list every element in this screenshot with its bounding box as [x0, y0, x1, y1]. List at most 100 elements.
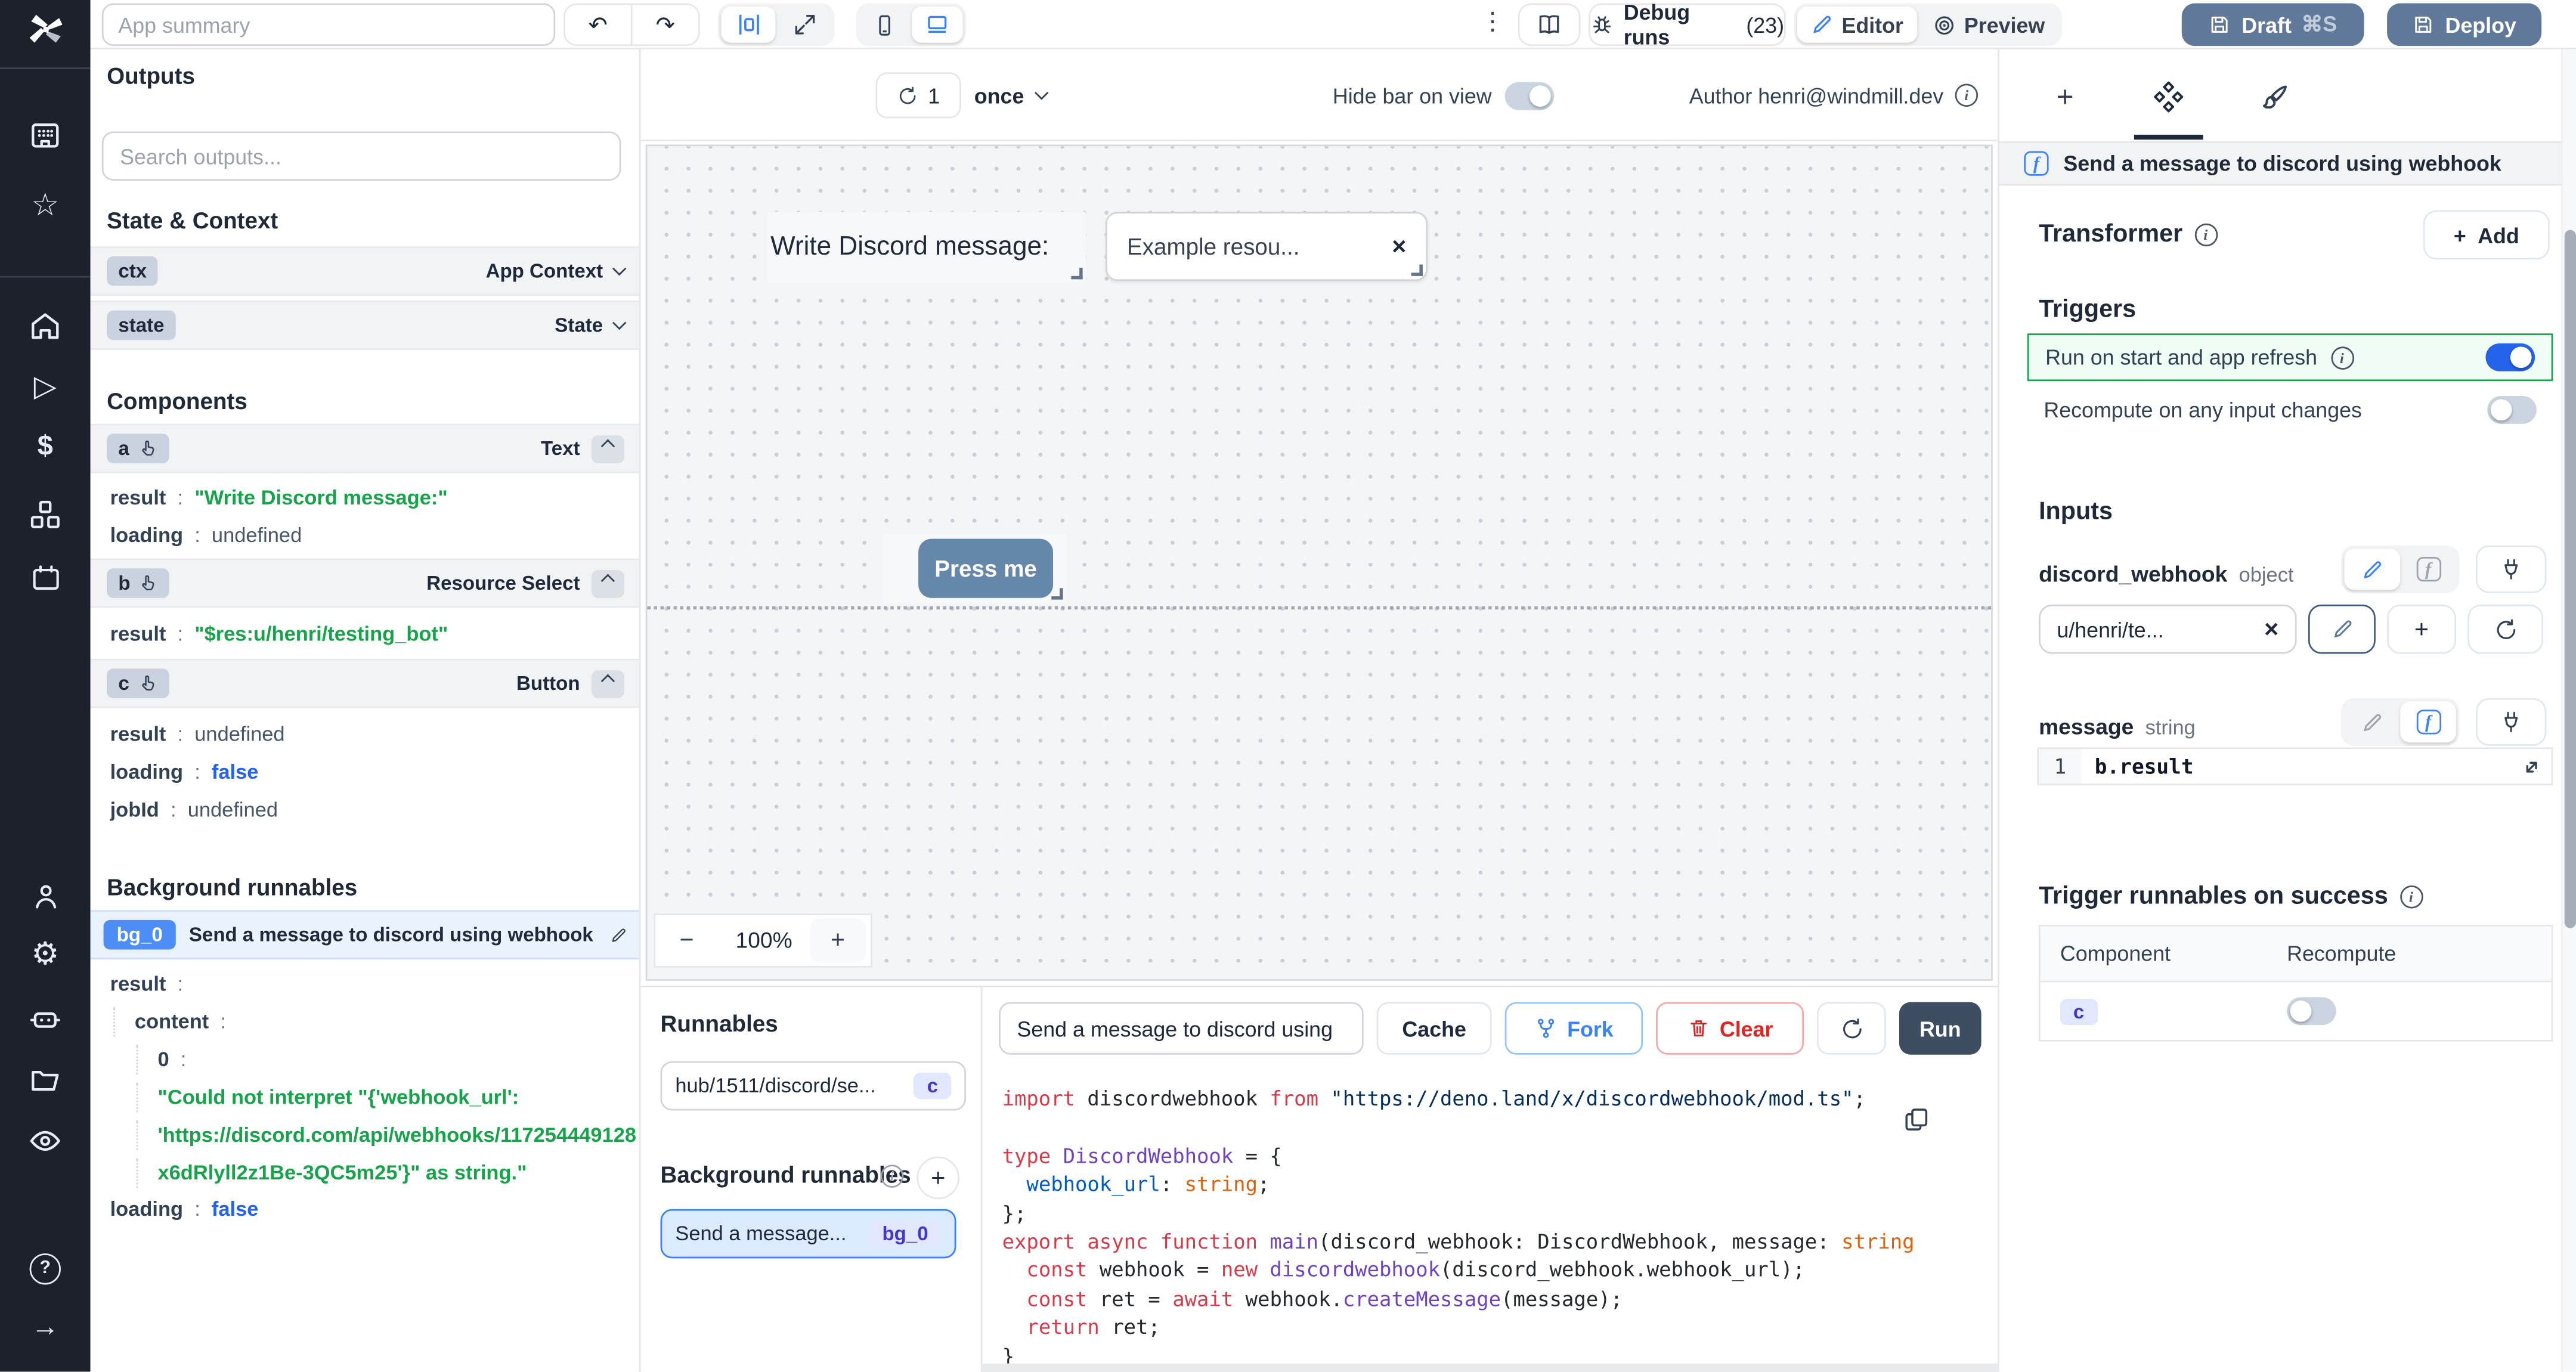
info-icon[interactable]: i — [2330, 345, 2354, 369]
help-question-icon[interactable]: ? — [26, 1249, 65, 1288]
component-settings-tab[interactable] — [2147, 76, 2190, 119]
output-row[interactable]: result"$res:u/henri/testing_bot" — [91, 620, 639, 649]
resources-cubes-icon[interactable] — [26, 494, 65, 534]
app-summary-input[interactable] — [101, 3, 556, 47]
output-row[interactable]: content — [113, 1006, 639, 1037]
runs-play-icon[interactable]: ▷ — [26, 366, 65, 405]
variables-dollar-icon[interactable]: $ — [26, 427, 65, 466]
center-layout-icon[interactable] — [721, 7, 776, 43]
info-icon[interactable]: i — [2194, 222, 2218, 246]
script-name-input[interactable] — [999, 1002, 1364, 1055]
debug-runs-button[interactable]: Debug runs (23) — [1589, 0, 1786, 49]
expression-f-option[interactable]: f — [2400, 549, 2456, 590]
run-on-start-toggle[interactable] — [2485, 343, 2535, 371]
docs-book-button[interactable] — [1518, 3, 1581, 47]
search-outputs-input[interactable] — [101, 131, 621, 181]
fork-button[interactable]: Fork — [1504, 1002, 1643, 1055]
refresh-button[interactable] — [1817, 1002, 1886, 1055]
output-row[interactable]: result — [91, 970, 639, 999]
message-expression-editor[interactable]: 1 b.result — [2037, 747, 2553, 785]
insert-component-tab[interactable]: + — [2044, 76, 2086, 119]
output-row[interactable]: loadingundefined — [91, 521, 639, 550]
output-row[interactable]: loadingfalse — [91, 757, 639, 787]
static-pencil-option[interactable] — [2345, 701, 2401, 742]
resize-handle[interactable] — [1411, 264, 1423, 276]
runnable-hub-item[interactable]: hub/1511/discord/se... c — [660, 1061, 966, 1111]
recompute-toggle[interactable] — [2487, 395, 2537, 423]
add-transformer-button[interactable]: + Add — [2423, 210, 2550, 260]
schedules-calendar-icon[interactable] — [26, 559, 65, 598]
runnable-bg0-item[interactable]: Send a message... bg_0 — [660, 1209, 956, 1259]
collapse-chevron[interactable] — [591, 669, 624, 698]
app-canvas[interactable]: Write Discord message: Example resou... … — [645, 144, 1993, 981]
add-resource-button[interactable]: + — [2387, 604, 2456, 654]
cache-button[interactable]: Cache — [1376, 1002, 1492, 1055]
tab-preview[interactable]: Preview — [1918, 7, 2058, 43]
desktop-view-icon[interactable] — [912, 7, 963, 43]
windmill-logo-icon[interactable] — [26, 11, 65, 51]
collapse-chevron[interactable] — [591, 569, 624, 597]
clear-x-icon[interactable]: × — [1392, 233, 1406, 261]
vertical-scrollbar[interactable] — [2561, 49, 2576, 1372]
output-row[interactable]: result"Write Discord message:" — [91, 483, 639, 513]
ctx-row[interactable]: ctx App Context — [90, 246, 639, 296]
add-background-runnable-button[interactable]: + — [917, 1156, 959, 1200]
connect-plug-button[interactable] — [2475, 545, 2547, 593]
text-component[interactable]: Write Discord message: — [767, 212, 1086, 283]
mobile-view-icon[interactable] — [859, 7, 910, 43]
deploy-button[interactable]: Deploy — [2387, 3, 2542, 47]
edit-resource-button[interactable] — [2308, 604, 2376, 654]
press-me-button[interactable]: Press me — [918, 538, 1054, 598]
chevron-down-icon[interactable] — [612, 262, 627, 276]
resource-picker[interactable]: u/henri/te... × — [2039, 604, 2297, 654]
draft-button[interactable]: Draft ⌘S — [2181, 3, 2364, 47]
horizontal-scrollbar[interactable] — [982, 1363, 1998, 1372]
audit-eye-icon[interactable] — [26, 1120, 65, 1160]
run-button[interactable]: Run — [1899, 1002, 1981, 1055]
bg0-row[interactable]: bg_0 Send a message to discord using web… — [90, 910, 639, 959]
zoom-out-button[interactable]: − — [655, 927, 718, 955]
pencil-icon[interactable] — [609, 925, 627, 943]
component-b-row[interactable]: b Resource Select — [90, 558, 639, 608]
refresh-resource-button[interactable] — [2467, 604, 2543, 654]
component-c-row[interactable]: c Button — [90, 658, 639, 708]
collapse-chevron[interactable] — [591, 434, 624, 463]
zoom-in-button[interactable]: + — [810, 918, 866, 963]
refresh-count-box[interactable]: 1 — [875, 72, 961, 119]
clear-button[interactable]: Clear — [1656, 1002, 1804, 1055]
hide-bar-toggle[interactable] — [1504, 81, 1555, 110]
recompute-row-toggle[interactable] — [2287, 997, 2336, 1026]
scrollbar-thumb[interactable] — [2564, 230, 2576, 928]
undo-icon[interactable]: ↶ — [565, 11, 631, 39]
code-block[interactable]: import discordwebhook from "https://deno… — [982, 1064, 1998, 1364]
redo-icon[interactable]: ↷ — [633, 11, 698, 39]
settings-gear-icon[interactable]: ⚙ — [26, 935, 65, 974]
workers-robot-icon[interactable] — [26, 999, 65, 1038]
expand-icon[interactable] — [2519, 753, 2545, 779]
home-icon[interactable] — [26, 305, 65, 345]
favorites-star-icon[interactable]: ☆ — [26, 185, 65, 225]
info-icon[interactable]: i — [880, 1165, 904, 1188]
kebab-menu-icon[interactable]: ⋮ — [1480, 7, 1504, 36]
clear-x-icon[interactable]: × — [2264, 615, 2278, 643]
output-row[interactable]: loadingfalse — [91, 1194, 639, 1224]
expand-sidebar-arrow-icon[interactable]: → — [26, 1308, 65, 1347]
theme-tab[interactable] — [2252, 76, 2295, 119]
apps-icon[interactable] — [26, 115, 65, 154]
info-icon[interactable]: i — [2399, 884, 2423, 908]
folders-icon[interactable] — [26, 1060, 65, 1099]
static-pencil-option[interactable] — [2344, 549, 2401, 590]
output-row[interactable]: resultundefined — [91, 720, 639, 750]
resize-handle[interactable] — [1051, 588, 1063, 600]
run-mode-dropdown[interactable]: once — [974, 72, 1049, 118]
connect-plug-button[interactable] — [2475, 698, 2547, 746]
output-row[interactable]: 0 — [136, 1045, 639, 1074]
fullscreen-icon[interactable] — [777, 7, 831, 43]
info-icon[interactable]: i — [1955, 83, 1979, 107]
tab-editor[interactable]: Editor — [1797, 7, 1916, 43]
copy-icon[interactable] — [1902, 1105, 1930, 1133]
component-a-row[interactable]: a Text — [90, 423, 639, 473]
state-row[interactable]: state State — [90, 301, 639, 350]
resize-handle[interactable] — [1071, 268, 1083, 280]
chevron-down-icon[interactable] — [612, 315, 627, 330]
